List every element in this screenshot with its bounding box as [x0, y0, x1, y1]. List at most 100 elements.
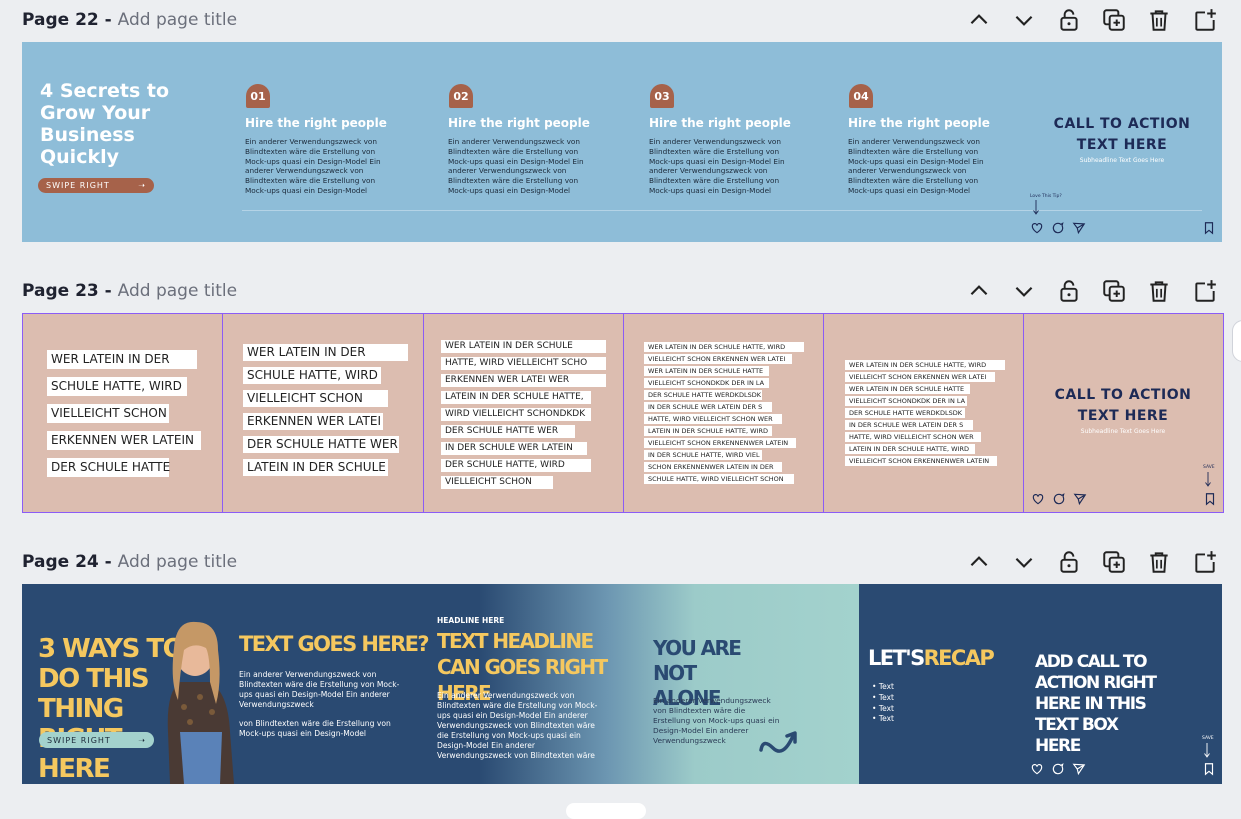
recap-list: • Text • Text • Text • Text	[872, 682, 894, 725]
step-title: Hire the right people	[848, 116, 990, 130]
chevron-down-icon[interactable]	[1011, 278, 1037, 304]
duplicate-icon[interactable]	[1101, 278, 1127, 304]
chevron-up-icon[interactable]	[966, 549, 992, 575]
cta-subheadline: Subheadline Text Goes Here	[1079, 157, 1165, 164]
arrow-right-icon: ➝	[138, 735, 146, 745]
cta-line-1: CALL TO ACTION	[1054, 387, 1192, 403]
list-item: • Text	[872, 703, 894, 713]
slide-body: von Blindtexten wäre die Erstellung von …	[239, 719, 391, 738]
swipe-right-button[interactable]: SWIPE RIGHT ➝	[38, 178, 154, 193]
page-number: Page 24	[22, 552, 99, 572]
swipe-label: SWIPE RIGHT	[47, 735, 111, 745]
step-body: Ein anderer Verwendungszweck von Blindte…	[245, 137, 381, 195]
page-22-header: Page 22 - Add page title	[22, 5, 1222, 35]
bookmark-icon	[1202, 220, 1216, 235]
cta-heading: CALL TO ACTION TEXT HERE	[1033, 385, 1213, 427]
text-line: LATEIN IN DER SCHULE HATTE, WIRD	[644, 426, 772, 436]
page-title-input[interactable]: Add page title	[118, 552, 237, 572]
heart-icon	[1030, 220, 1044, 234]
page-title-input[interactable]: Add page title	[118, 10, 237, 30]
step-body: Ein anderer Verwendungszweck von Blindte…	[848, 137, 984, 195]
text-line: ERKENNEN WER LATEI WER	[441, 374, 606, 387]
text-line: WER LATEIN IN DER SCHULE	[441, 340, 606, 353]
chevron-down-icon[interactable]	[1011, 7, 1037, 33]
slide-divider	[823, 314, 824, 512]
text-line: DER SCHULE HATTE WER	[441, 425, 575, 438]
text-line: WER LATEIN IN DER SCHULE HATTE, WIRD	[845, 360, 1005, 370]
add-page-icon[interactable]	[1192, 549, 1218, 575]
slide-body: Ein anderer Verwendungszweck von Blindte…	[239, 670, 400, 709]
page-23-label: Page 23 - Add page title	[22, 276, 237, 306]
list-item: • Text	[872, 682, 894, 691]
bookmark-icon	[1203, 491, 1217, 506]
duplicate-icon[interactable]	[1101, 7, 1127, 33]
text-line: DER SCHULE HATTE WERDKDLSDK	[644, 390, 762, 400]
lock-icon[interactable]	[1056, 278, 1082, 304]
side-panel-handle[interactable]	[1232, 320, 1241, 362]
comment-icon	[1051, 220, 1065, 234]
divider	[242, 210, 1202, 211]
page-title-input[interactable]: Add page title	[118, 281, 237, 301]
text-block: WER LATEIN IN DER SCHULE HATTE, WIRD VIE…	[47, 350, 201, 485]
add-page-icon[interactable]	[1192, 7, 1218, 33]
chevron-up-icon[interactable]	[966, 7, 992, 33]
lock-icon[interactable]	[1056, 7, 1082, 33]
text-line: WER LATEIN IN DER SCHULE HATTE, WIRD	[644, 342, 804, 352]
list-item: • Text	[872, 714, 894, 724]
trash-icon[interactable]	[1146, 7, 1172, 33]
text-line: VIELLEICHT SCHON	[243, 390, 388, 407]
text-line: IN DER SCHULE WER LATEIN	[441, 442, 587, 455]
heart-icon	[1031, 491, 1045, 505]
trash-icon[interactable]	[1146, 549, 1172, 575]
text-line: IN DER SCHULE HATTE, WIRD VIEL	[644, 450, 762, 460]
swipe-right-button[interactable]: SWIPE RIGHT ➝	[39, 732, 154, 748]
text-line: LATEIN IN DER SCHULE	[243, 459, 388, 476]
lock-icon[interactable]	[1056, 549, 1082, 575]
page-24-label: Page 24 - Add page title	[22, 547, 237, 577]
text-line: VIELLEICHT SCHON ERKENNENWER LATEIN	[644, 438, 796, 448]
page-22-label: Page 22 - Add page title	[22, 5, 237, 35]
slide-divider	[623, 314, 624, 512]
send-icon	[1072, 761, 1086, 776]
text-line: SCHULE HATTE, WIRD	[47, 377, 187, 396]
heart-icon	[1030, 761, 1044, 775]
chevron-down-icon[interactable]	[1011, 549, 1037, 575]
curved-arrow-icon	[757, 728, 801, 760]
comment-icon	[1051, 761, 1065, 775]
chevron-up-icon[interactable]	[966, 278, 992, 304]
page-number: Page 22	[22, 10, 99, 30]
slide-headline: TEXT GOES HERE?	[239, 632, 430, 656]
slide-kicker: HEADLINE HERE	[437, 616, 505, 625]
text-block: WER LATEIN IN DER SCHULE HATTE, WIRD VIE…	[845, 360, 1005, 468]
text-line: ERKENNEN WER LATEIN	[47, 431, 201, 450]
swipe-label: SWIPE RIGHT	[46, 181, 110, 190]
separator: -	[104, 552, 112, 572]
scroll-pill[interactable]	[566, 803, 646, 819]
recap-lets: LET'S	[868, 646, 925, 670]
recap-word: RECAP	[923, 646, 995, 670]
step-number-badge: 02	[449, 84, 473, 108]
text-line: HATTE, WIRD VIELLEICHT SCHON WER	[845, 432, 981, 442]
text-block: WER LATEIN IN DER SCHULE HATTE, WIRD VIE…	[644, 342, 804, 486]
save-label: SAVE	[1202, 736, 1214, 741]
add-page-icon[interactable]	[1192, 278, 1218, 304]
duplicate-icon[interactable]	[1101, 549, 1127, 575]
text-line: DER SCHULE HATTE	[47, 458, 170, 477]
page-23-canvas[interactable]: WER LATEIN IN DER SCHULE HATTE, WIRD VIE…	[22, 313, 1224, 513]
step-title: Hire the right people	[448, 116, 590, 130]
step-number-badge: 04	[849, 84, 873, 108]
text-line: WER LATEIN IN DER SCHULE HATTE	[845, 384, 970, 394]
page-24-header: Page 24 - Add page title	[22, 547, 1222, 577]
trash-icon[interactable]	[1146, 278, 1172, 304]
cta-headline: ADD CALL TO ACTION RIGHT HERE IN THIS TE…	[1035, 652, 1157, 756]
list-item: • Text	[872, 692, 894, 702]
text-line: HATTE, WIRD VIELLEICHT SCHO	[441, 357, 606, 370]
slide-divider	[423, 314, 424, 512]
page-24-canvas[interactable]: 3 WAYS TO DO THIS THING RIGHT HERE SWIPE…	[22, 584, 1222, 784]
text-line: VIELLEICHT SCHONDKDK DER IN LA	[845, 396, 967, 406]
carousel-title: 4 Secrets to Grow Your Business Quickly	[40, 80, 170, 168]
page-22-canvas[interactable]: 4 Secrets to Grow Your Business Quickly …	[22, 42, 1222, 242]
step-body: Ein anderer Verwendungszweck von Blindte…	[649, 137, 785, 195]
step-number-badge: 03	[650, 84, 674, 108]
step-title: Hire the right people	[649, 116, 791, 130]
